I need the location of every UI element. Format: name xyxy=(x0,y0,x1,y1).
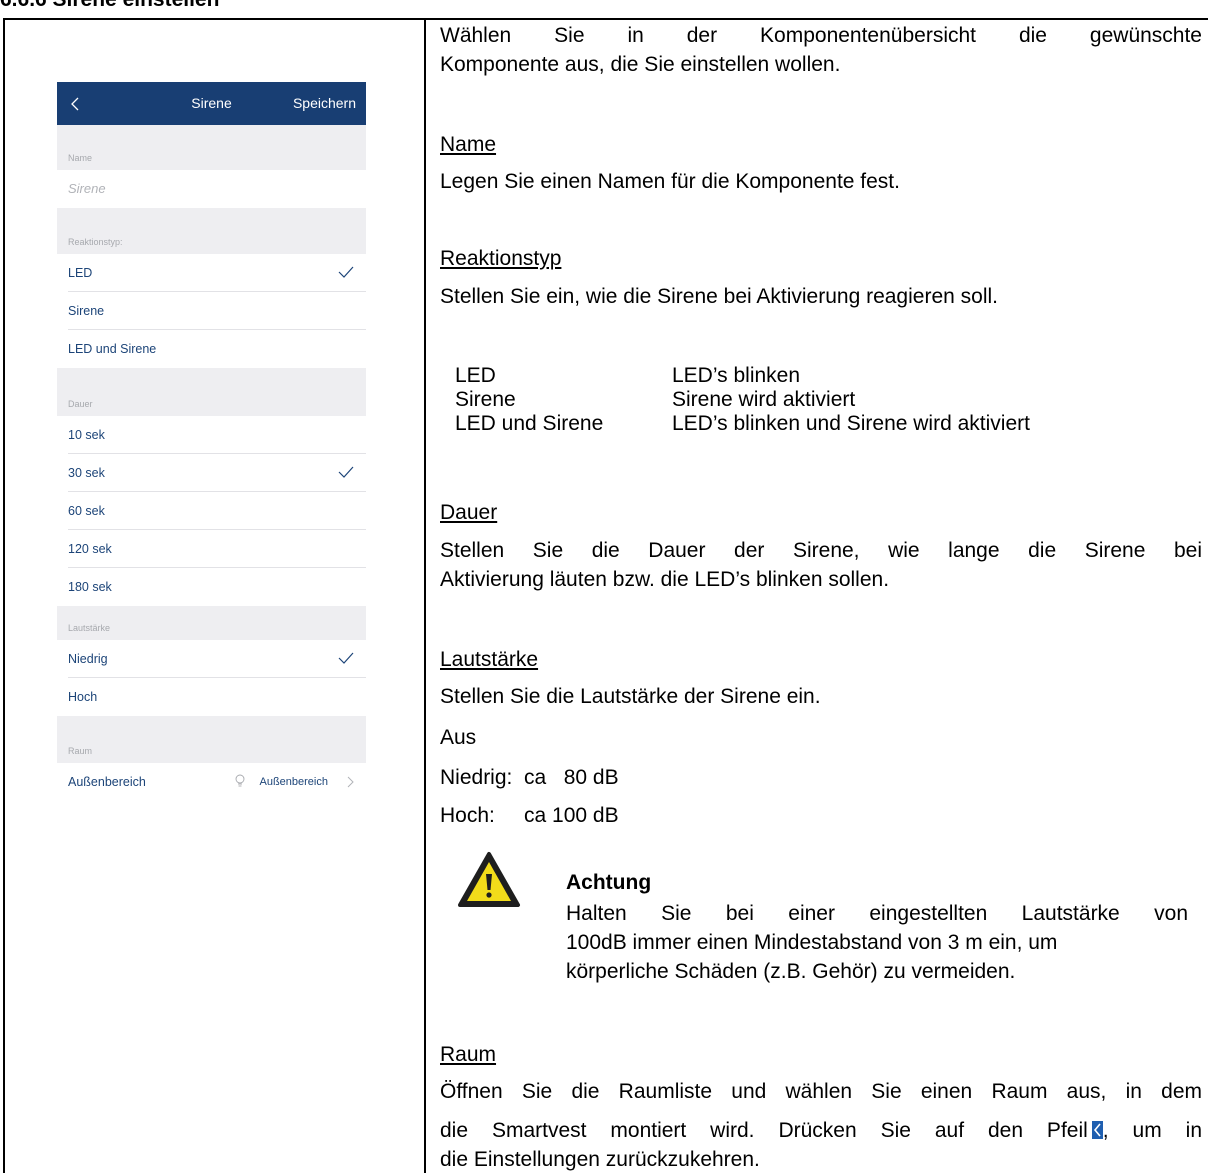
checkmark-icon xyxy=(338,466,354,478)
volume-option-niedrig[interactable]: Niedrig xyxy=(57,640,366,678)
reaction-option-led[interactable]: LED xyxy=(57,254,366,292)
section-heading: 6.6.6 Sirene einstellen xyxy=(0,0,219,12)
save-button[interactable]: Speichern xyxy=(293,94,356,112)
back-arrow-icon xyxy=(1091,1121,1103,1139)
room-line-1: Öffnen Sie die Raumliste und wählen Sie … xyxy=(440,1080,1202,1103)
reaction-table-row: LED LED’s blinken xyxy=(455,364,800,388)
intro-line-2: Komponente aus, die Sie einstellen wolle… xyxy=(440,53,841,76)
reaction-description: Sirene wird aktiviert xyxy=(672,388,856,411)
name-text: Legen Sie einen Namen für die Komponente… xyxy=(440,170,900,193)
room-value: Außenbereich xyxy=(259,776,329,788)
table-border-left xyxy=(3,18,5,1173)
section-header-room: Raum xyxy=(57,716,366,763)
warning-title: Achtung xyxy=(566,871,652,894)
reaction-description: LED’s blinken xyxy=(672,364,801,387)
table-border-top xyxy=(3,18,1208,20)
duration-heading: Dauer xyxy=(440,501,498,524)
intro-line-1: Wählen Sie in der Komponentenübersicht d… xyxy=(440,24,1202,47)
reaction-heading: Reaktionstyp xyxy=(440,247,562,270)
chevron-right-icon xyxy=(347,776,354,788)
duration-line-1: Stellen Sie die Dauer der Sirene, wie la… xyxy=(440,539,1202,562)
name-field[interactable]: Sirene xyxy=(57,170,366,208)
reaction-option-led-und-sirene[interactable]: LED und Sirene xyxy=(57,330,366,368)
volume-off: Aus xyxy=(440,726,477,749)
room-heading: Raum xyxy=(440,1043,497,1066)
name-heading: Name xyxy=(440,133,497,156)
reaction-table-row: LED und Sirene LED’s blinken und Sirene … xyxy=(455,412,1030,436)
reaction-option-sirene[interactable]: Sirene xyxy=(57,292,366,330)
reaction-option: LED und Sirene xyxy=(455,412,604,435)
volume-low: Niedrig: ca 80 dB xyxy=(440,766,619,789)
duration-option-10[interactable]: 10 sek xyxy=(57,416,366,454)
duration-option-60[interactable]: 60 sek xyxy=(57,492,366,530)
section-header-duration: Dauer xyxy=(57,368,366,416)
app-screenshot: Sirene Speichern Name Sirene Reaktionsty… xyxy=(57,82,366,802)
checkmark-icon xyxy=(338,652,354,664)
reaction-text: Stellen Sie ein, wie die Sirene bei Akti… xyxy=(440,285,998,308)
warning-line-3: körperliche Schäden (z.B. Gehör) zu verm… xyxy=(566,960,1016,983)
reaction-table-row: Sirene Sirene wird aktiviert xyxy=(455,388,855,412)
section-header-volume: Lautstärke xyxy=(57,606,366,640)
warning-line-2: 100dB immer einen Mindestabstand von 3 m… xyxy=(566,931,1058,954)
volume-heading: Lautstärke xyxy=(440,648,539,671)
lightbulb-icon xyxy=(235,774,245,787)
checkmark-icon xyxy=(338,266,354,278)
reaction-description: LED’s blinken und Sirene wird aktiviert xyxy=(672,412,1030,435)
reaction-option: Sirene xyxy=(455,388,516,411)
warning-line-1: Halten Sie bei einer eingestellten Lauts… xyxy=(566,902,1188,925)
section-header-name: Name xyxy=(57,125,366,170)
room-row[interactable]: Außenbereich Außenbereich xyxy=(57,763,366,801)
section-header-reaction: Reaktionstyp: xyxy=(57,208,366,254)
duration-line-2: Aktivierung läuten bzw. die LED’s blinke… xyxy=(440,568,890,591)
duration-option-180[interactable]: 180 sek xyxy=(57,568,366,606)
volume-text: Stellen Sie die Lautstärke der Sirene ei… xyxy=(440,685,821,708)
room-line-2: die Smartvest montiert wird. Drücken Sie… xyxy=(440,1119,1203,1142)
reaction-option: LED xyxy=(455,364,496,387)
volume-option-hoch[interactable]: Hoch xyxy=(57,678,366,716)
warning-triangle-icon xyxy=(458,852,520,907)
volume-high: Hoch: ca 100 dB xyxy=(440,804,619,827)
room-line-3: die Einstellungen zurückzukehren. xyxy=(440,1148,760,1171)
app-header: Sirene Speichern xyxy=(57,82,366,125)
duration-option-30[interactable]: 30 sek xyxy=(57,454,366,492)
duration-option-120[interactable]: 120 sek xyxy=(57,530,366,568)
table-column-divider xyxy=(424,18,426,1173)
